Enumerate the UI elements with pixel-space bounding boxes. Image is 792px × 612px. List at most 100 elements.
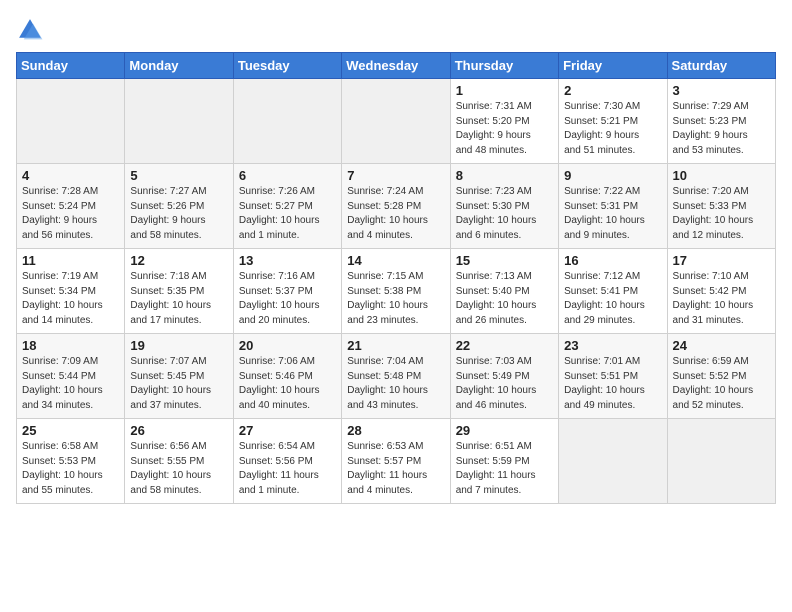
day-info: Sunrise: 6:53 AM Sunset: 5:57 PM Dayligh… xyxy=(347,440,444,498)
calendar-cell: 21 Sunrise: 7:04 AM Sunset: 5:48 PM Dayli… xyxy=(342,334,450,419)
day-info: Sunrise: 7:04 AM Sunset: 5:48 PM Dayligh… xyxy=(347,355,444,413)
day-info: Sunrise: 7:29 AM Sunset: 5:23 PM Dayligh… xyxy=(673,100,770,158)
day-number: 18 xyxy=(22,338,119,353)
day-number: 9 xyxy=(564,168,661,183)
calendar-cell: 28 Sunrise: 6:53 AM Sunset: 5:57 PM Dayli… xyxy=(342,419,450,504)
weekday-header-thursday: Thursday xyxy=(450,53,558,79)
calendar-week-row: 4 Sunrise: 7:28 AM Sunset: 5:24 PM Daylig… xyxy=(17,164,776,249)
calendar-table: SundayMondayTuesdayWednesdayThursdayFrid… xyxy=(16,52,776,504)
calendar-cell: 23Sunrise: 7:01 AM Sunset: 5:51 PM Dayli… xyxy=(559,334,667,419)
day-number: 11 xyxy=(22,253,119,268)
calendar-week-row: 25 Sunrise: 6:58 AM Sunset: 5:53 PM Dayli… xyxy=(17,419,776,504)
calendar-cell: 17 Sunrise: 7:10 AM Sunset: 5:42 PM Dayli… xyxy=(667,249,775,334)
weekday-header-sunday: Sunday xyxy=(17,53,125,79)
calendar-cell: 20 Sunrise: 7:06 AM Sunset: 5:46 PM Dayli… xyxy=(233,334,341,419)
calendar-cell: 6 Sunrise: 7:26 AM Sunset: 5:27 PM Daylig… xyxy=(233,164,341,249)
day-info: Sunrise: 7:13 AM Sunset: 5:40 PM Dayligh… xyxy=(456,270,553,328)
calendar-cell: 1Sunrise: 7:31 AM Sunset: 5:20 PM Daylig… xyxy=(450,79,558,164)
day-info: Sunrise: 6:56 AM Sunset: 5:55 PM Dayligh… xyxy=(130,440,227,498)
weekday-header-saturday: Saturday xyxy=(667,53,775,79)
day-info: Sunrise: 7:06 AM Sunset: 5:46 PM Dayligh… xyxy=(239,355,336,413)
day-number: 2 xyxy=(564,83,661,98)
day-info: Sunrise: 7:22 AM Sunset: 5:31 PM Dayligh… xyxy=(564,185,661,243)
day-info: Sunrise: 7:24 AM Sunset: 5:28 PM Dayligh… xyxy=(347,185,444,243)
day-info: Sunrise: 7:27 AM Sunset: 5:26 PM Dayligh… xyxy=(130,185,227,243)
calendar-cell xyxy=(342,79,450,164)
calendar-cell: 19 Sunrise: 7:07 AM Sunset: 5:45 PM Dayli… xyxy=(125,334,233,419)
day-number: 22 xyxy=(456,338,553,353)
calendar-cell: 25 Sunrise: 6:58 AM Sunset: 5:53 PM Dayli… xyxy=(17,419,125,504)
calendar-cell: 29 Sunrise: 6:51 AM Sunset: 5:59 PM Dayli… xyxy=(450,419,558,504)
calendar-cell: 24 Sunrise: 6:59 AM Sunset: 5:52 PM Dayli… xyxy=(667,334,775,419)
day-info: Sunrise: 6:59 AM Sunset: 5:52 PM Dayligh… xyxy=(673,355,770,413)
day-number: 8 xyxy=(456,168,553,183)
calendar-cell: 16 Sunrise: 7:12 AM Sunset: 5:41 PM Dayli… xyxy=(559,249,667,334)
day-number: 1 xyxy=(456,83,553,98)
day-number: 10 xyxy=(673,168,770,183)
day-number: 5 xyxy=(130,168,227,183)
day-info: Sunrise: 7:18 AM Sunset: 5:35 PM Dayligh… xyxy=(130,270,227,328)
day-info: Sunrise: 6:58 AM Sunset: 5:53 PM Dayligh… xyxy=(22,440,119,498)
day-info: Sunrise: 7:12 AM Sunset: 5:41 PM Dayligh… xyxy=(564,270,661,328)
calendar-cell: 7Sunrise: 7:24 AM Sunset: 5:28 PM Daylig… xyxy=(342,164,450,249)
calendar-cell: 22 Sunrise: 7:03 AM Sunset: 5:49 PM Dayli… xyxy=(450,334,558,419)
day-number: 17 xyxy=(673,253,770,268)
calendar-cell: 10 Sunrise: 7:20 AM Sunset: 5:33 PM Dayli… xyxy=(667,164,775,249)
calendar-cell: 26Sunrise: 6:56 AM Sunset: 5:55 PM Dayli… xyxy=(125,419,233,504)
day-info: Sunrise: 7:28 AM Sunset: 5:24 PM Dayligh… xyxy=(22,185,119,243)
calendar-cell: 27 Sunrise: 6:54 AM Sunset: 5:56 PM Dayli… xyxy=(233,419,341,504)
day-number: 6 xyxy=(239,168,336,183)
calendar-cell: 8 Sunrise: 7:23 AM Sunset: 5:30 PM Daylig… xyxy=(450,164,558,249)
calendar-cell xyxy=(17,79,125,164)
day-number: 19 xyxy=(130,338,227,353)
weekday-header-tuesday: Tuesday xyxy=(233,53,341,79)
day-info: Sunrise: 7:26 AM Sunset: 5:27 PM Dayligh… xyxy=(239,185,336,243)
weekday-header-friday: Friday xyxy=(559,53,667,79)
day-info: Sunrise: 7:01 AM Sunset: 5:51 PM Dayligh… xyxy=(564,355,661,413)
day-info: Sunrise: 6:54 AM Sunset: 5:56 PM Dayligh… xyxy=(239,440,336,498)
calendar-cell: 3 Sunrise: 7:29 AM Sunset: 5:23 PM Daylig… xyxy=(667,79,775,164)
calendar-cell: 2 Sunrise: 7:30 AM Sunset: 5:21 PM Daylig… xyxy=(559,79,667,164)
day-info: Sunrise: 6:51 AM Sunset: 5:59 PM Dayligh… xyxy=(456,440,553,498)
day-info: Sunrise: 7:09 AM Sunset: 5:44 PM Dayligh… xyxy=(22,355,119,413)
calendar-cell: 11 Sunrise: 7:19 AM Sunset: 5:34 PM Dayli… xyxy=(17,249,125,334)
day-number: 3 xyxy=(673,83,770,98)
calendar-week-row: 1Sunrise: 7:31 AM Sunset: 5:20 PM Daylig… xyxy=(17,79,776,164)
day-number: 13 xyxy=(239,253,336,268)
calendar-cell: 5 Sunrise: 7:27 AM Sunset: 5:26 PM Daylig… xyxy=(125,164,233,249)
calendar-week-row: 11 Sunrise: 7:19 AM Sunset: 5:34 PM Dayli… xyxy=(17,249,776,334)
day-number: 24 xyxy=(673,338,770,353)
calendar-week-row: 18 Sunrise: 7:09 AM Sunset: 5:44 PM Dayli… xyxy=(17,334,776,419)
day-number: 29 xyxy=(456,423,553,438)
day-info: Sunrise: 7:16 AM Sunset: 5:37 PM Dayligh… xyxy=(239,270,336,328)
calendar-cell xyxy=(125,79,233,164)
day-number: 27 xyxy=(239,423,336,438)
calendar-cell: 12 Sunrise: 7:18 AM Sunset: 5:35 PM Dayli… xyxy=(125,249,233,334)
day-info: Sunrise: 7:15 AM Sunset: 5:38 PM Dayligh… xyxy=(347,270,444,328)
day-info: Sunrise: 7:20 AM Sunset: 5:33 PM Dayligh… xyxy=(673,185,770,243)
calendar-cell xyxy=(559,419,667,504)
day-number: 16 xyxy=(564,253,661,268)
weekday-header-monday: Monday xyxy=(125,53,233,79)
day-info: Sunrise: 7:10 AM Sunset: 5:42 PM Dayligh… xyxy=(673,270,770,328)
day-info: Sunrise: 7:03 AM Sunset: 5:49 PM Dayligh… xyxy=(456,355,553,413)
day-number: 20 xyxy=(239,338,336,353)
day-info: Sunrise: 7:19 AM Sunset: 5:34 PM Dayligh… xyxy=(22,270,119,328)
logo xyxy=(16,16,46,44)
day-number: 25 xyxy=(22,423,119,438)
day-info: Sunrise: 7:23 AM Sunset: 5:30 PM Dayligh… xyxy=(456,185,553,243)
day-number: 28 xyxy=(347,423,444,438)
day-info: Sunrise: 7:07 AM Sunset: 5:45 PM Dayligh… xyxy=(130,355,227,413)
day-number: 21 xyxy=(347,338,444,353)
weekday-header-row: SundayMondayTuesdayWednesdayThursdayFrid… xyxy=(17,53,776,79)
calendar-cell: 18 Sunrise: 7:09 AM Sunset: 5:44 PM Dayli… xyxy=(17,334,125,419)
day-number: 14 xyxy=(347,253,444,268)
calendar-cell: 14 Sunrise: 7:15 AM Sunset: 5:38 PM Dayli… xyxy=(342,249,450,334)
day-number: 12 xyxy=(130,253,227,268)
calendar-cell: 15Sunrise: 7:13 AM Sunset: 5:40 PM Dayli… xyxy=(450,249,558,334)
logo-icon xyxy=(16,16,44,44)
calendar-cell: 4 Sunrise: 7:28 AM Sunset: 5:24 PM Daylig… xyxy=(17,164,125,249)
day-info: Sunrise: 7:30 AM Sunset: 5:21 PM Dayligh… xyxy=(564,100,661,158)
day-number: 4 xyxy=(22,168,119,183)
calendar-cell: 13 Sunrise: 7:16 AM Sunset: 5:37 PM Dayli… xyxy=(233,249,341,334)
